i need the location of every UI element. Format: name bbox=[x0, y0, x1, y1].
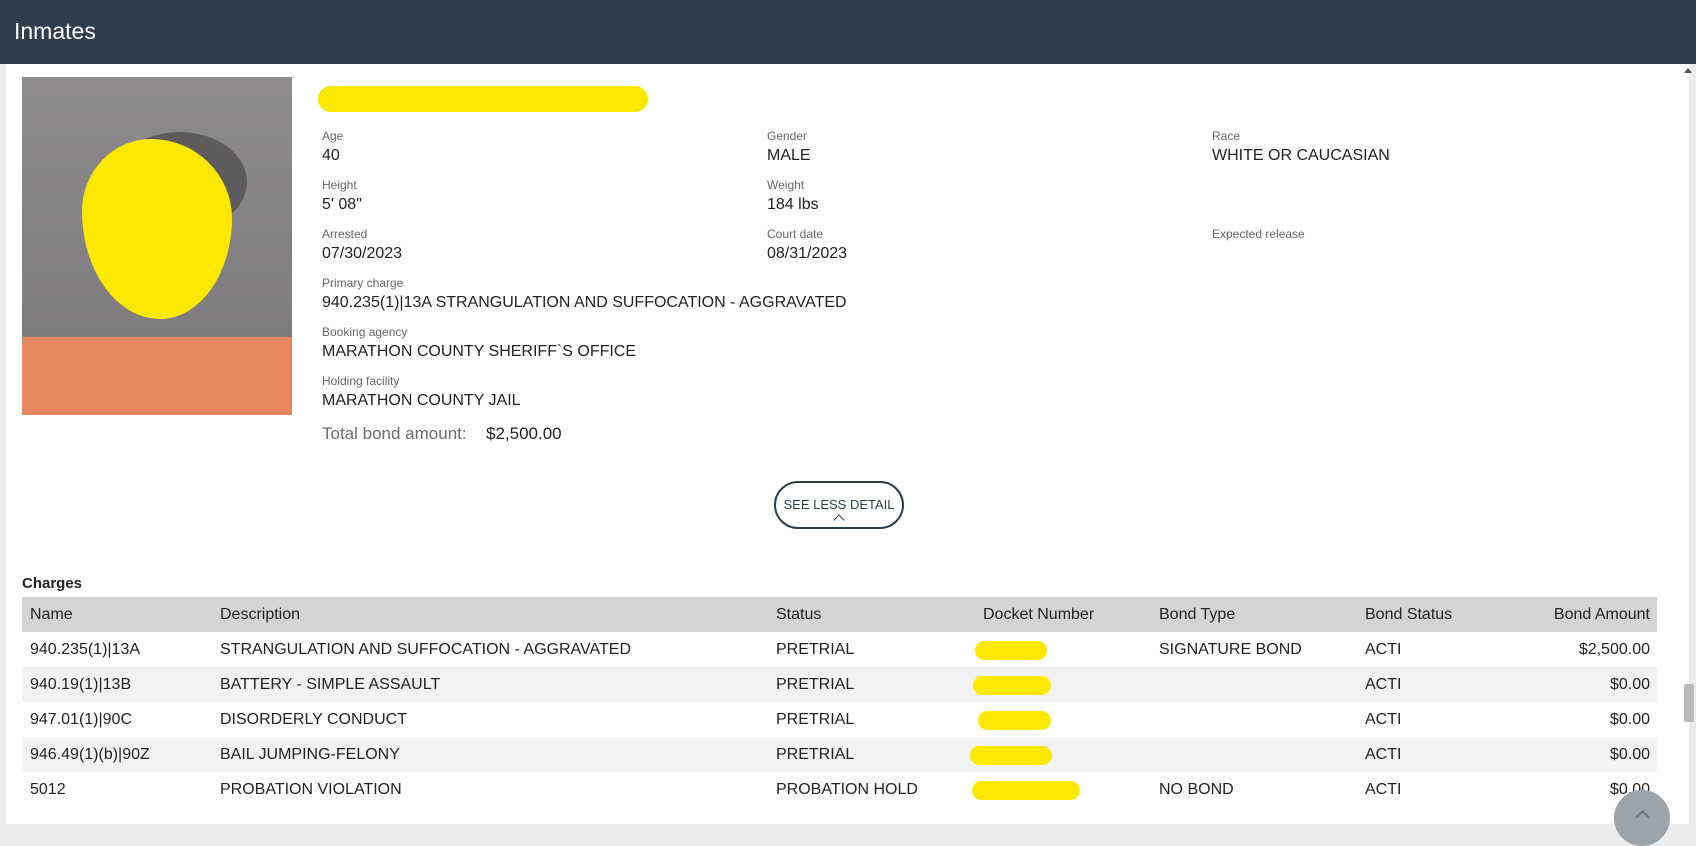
table-row[interactable]: 947.01(1)|90C DISORDERLY CONDUCT PRETRIA… bbox=[22, 702, 1657, 737]
charge-bond-status: ACTI bbox=[1365, 676, 1402, 693]
docket-redaction bbox=[970, 746, 1052, 765]
docket-redaction bbox=[978, 711, 1051, 730]
charge-name: 947.01(1)|90C bbox=[30, 711, 132, 728]
arrow-up-icon bbox=[1634, 809, 1651, 826]
charge-status: PROBATION HOLD bbox=[776, 781, 918, 798]
chevron-up-icon bbox=[833, 514, 845, 526]
docket-redaction bbox=[973, 676, 1051, 695]
photo-shirt bbox=[22, 337, 292, 415]
arrested-value: 07/30/2023 bbox=[322, 245, 403, 262]
primary-charge-label: Primary charge bbox=[322, 276, 404, 290]
charge-name: 940.19(1)|13B bbox=[30, 676, 132, 693]
charge-status: PRETRIAL bbox=[776, 641, 855, 658]
see-less-detail-label: SEE LESS DETAIL bbox=[783, 497, 895, 512]
docket-redaction bbox=[972, 781, 1080, 800]
age-value: 40 bbox=[322, 147, 340, 164]
charges-heading: Charges bbox=[22, 575, 83, 592]
column-header-name[interactable]: Name bbox=[30, 606, 73, 624]
charges-table: Name Description Status Docket Number Bo… bbox=[22, 597, 1657, 800]
primary-charge-value: 940.235(1)|13A STRANGULATION AND SUFFOCA… bbox=[322, 294, 847, 311]
height-label: Height bbox=[322, 178, 357, 192]
expected-release-label: Expected release bbox=[1212, 227, 1305, 241]
holding-facility-value: MARATHON COUNTY JAIL bbox=[322, 392, 521, 409]
app-header: Inmates bbox=[0, 0, 1696, 64]
docket-redaction bbox=[975, 641, 1047, 660]
charge-name: 940.235(1)|13A bbox=[30, 641, 141, 658]
charge-bond-type: NO BOND bbox=[1159, 781, 1234, 798]
charge-description: PROBATION VIOLATION bbox=[220, 781, 402, 798]
charge-name: 946.49(1)(b)|90Z bbox=[30, 746, 150, 763]
face-redaction bbox=[82, 139, 232, 319]
charge-name: 5012 bbox=[30, 781, 66, 798]
charge-description: BATTERY - SIMPLE ASSAULT bbox=[220, 676, 441, 693]
inmate-name-redaction bbox=[318, 86, 648, 112]
booking-agency-label: Booking agency bbox=[322, 325, 408, 339]
height-value: 5' 08" bbox=[322, 196, 362, 213]
arrested-label: Arrested bbox=[322, 227, 368, 241]
court-date-value: 08/31/2023 bbox=[767, 245, 848, 262]
page-title: Inmates bbox=[14, 18, 96, 44]
court-date-label: Court date bbox=[767, 227, 824, 241]
gender-value: MALE bbox=[767, 147, 811, 164]
charge-bond-status: ACTI bbox=[1365, 746, 1402, 763]
holding-facility-label: Holding facility bbox=[322, 374, 400, 388]
charge-description: BAIL JUMPING-FELONY bbox=[220, 746, 400, 763]
table-row[interactable]: 946.49(1)(b)|90Z BAIL JUMPING-FELONY PRE… bbox=[22, 737, 1657, 772]
race-label: Race bbox=[1212, 129, 1241, 143]
charge-bond-status: ACTI bbox=[1365, 711, 1402, 728]
inmate-photo bbox=[22, 77, 292, 415]
booking-agency-value: MARATHON COUNTY SHERIFF`S OFFICE bbox=[322, 343, 637, 360]
total-bond-value: $2,500.00 bbox=[486, 424, 562, 443]
column-header-status[interactable]: Status bbox=[776, 606, 821, 624]
see-less-detail-button[interactable]: SEE LESS DETAIL bbox=[774, 481, 904, 529]
charge-bond-amount: $0.00 bbox=[1609, 746, 1650, 763]
charge-bond-status: ACTI bbox=[1365, 641, 1402, 658]
age-label: Age bbox=[322, 129, 344, 143]
charge-status: PRETRIAL bbox=[776, 676, 855, 693]
table-row[interactable]: 940.19(1)|13B BATTERY - SIMPLE ASSAULT P… bbox=[22, 667, 1657, 702]
charge-bond-amount: $2,500.00 bbox=[1578, 641, 1650, 658]
scroll-to-top-button[interactable] bbox=[1614, 790, 1670, 846]
column-header-description[interactable]: Description bbox=[220, 606, 300, 624]
table-row[interactable]: 940.235(1)|13A STRANGULATION AND SUFFOCA… bbox=[22, 632, 1657, 667]
column-header-docket-number[interactable]: Docket Number bbox=[983, 606, 1094, 624]
charge-description: STRANGULATION AND SUFFOCATION - AGGRAVAT… bbox=[220, 641, 631, 658]
scrollbar-thumb[interactable] bbox=[1684, 684, 1694, 722]
table-header-row: Name Description Status Docket Number Bo… bbox=[22, 597, 1657, 632]
charge-status: PRETRIAL bbox=[776, 711, 855, 728]
scrollbar-up-arrow-icon[interactable] bbox=[1684, 68, 1692, 73]
charge-bond-type: SIGNATURE BOND bbox=[1159, 641, 1302, 658]
weight-label: Weight bbox=[767, 178, 805, 192]
charge-bond-amount: $0.00 bbox=[1609, 676, 1650, 693]
weight-value: 184 lbs bbox=[767, 196, 819, 213]
charge-status: PRETRIAL bbox=[776, 746, 855, 763]
charge-bond-status: ACTI bbox=[1365, 781, 1402, 798]
table-row[interactable]: 5012 PROBATION VIOLATION PROBATION HOLD … bbox=[22, 772, 1657, 807]
column-header-bond-type[interactable]: Bond Type bbox=[1159, 606, 1235, 624]
charge-description: DISORDERLY CONDUCT bbox=[220, 711, 407, 728]
race-value: WHITE OR CAUCASIAN bbox=[1212, 147, 1390, 164]
column-header-bond-status[interactable]: Bond Status bbox=[1365, 606, 1452, 624]
total-bond-label: Total bond amount: bbox=[322, 424, 467, 443]
charge-bond-amount: $0.00 bbox=[1609, 711, 1650, 728]
column-header-bond-amount[interactable]: Bond Amount bbox=[1554, 606, 1650, 624]
gender-label: Gender bbox=[767, 129, 808, 143]
